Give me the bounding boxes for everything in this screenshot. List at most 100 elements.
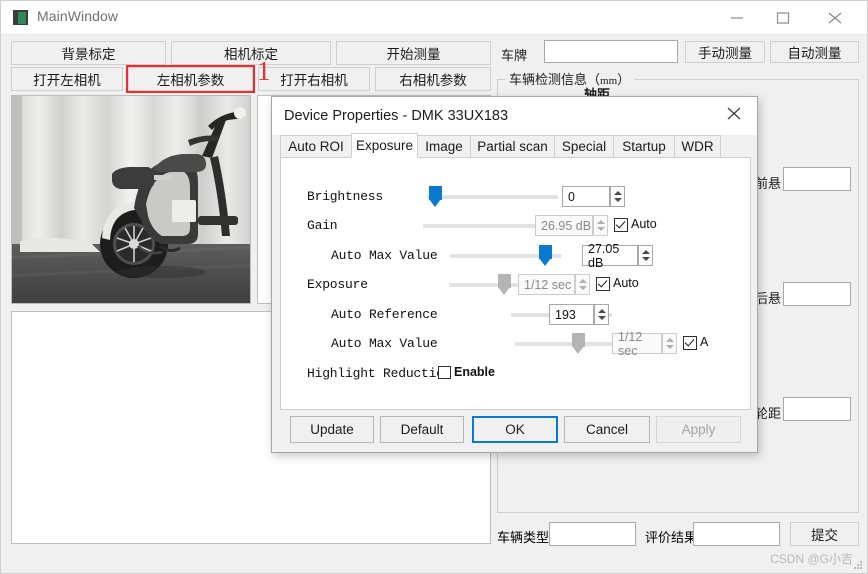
device-properties-dialog: Device Properties - DMK 33UX183 Auto ROI… xyxy=(271,96,758,453)
manual-measure-button[interactable]: 手动测量 xyxy=(685,41,765,63)
spinner-down-icon[interactable] xyxy=(597,227,605,231)
open-right-camera-button[interactable]: 打开右相机 xyxy=(258,67,370,91)
highlight-reduction-enable-label: Enable xyxy=(454,365,495,379)
resize-grip-icon[interactable] xyxy=(852,559,864,571)
plate-input[interactable] xyxy=(544,40,678,63)
update-button[interactable]: Update xyxy=(290,416,374,443)
start-measure-button[interactable]: 开始测量 xyxy=(336,41,491,65)
vehicle-type-label: 车辆类型 xyxy=(497,530,550,545)
auto-reference-value-field[interactable]: 193 xyxy=(549,304,594,325)
maximize-button[interactable] xyxy=(761,1,807,33)
ok-button[interactable]: OK xyxy=(472,416,558,443)
spinner-down-icon[interactable] xyxy=(642,257,650,261)
camera-calibration-button[interactable]: 相机标定 xyxy=(171,41,331,65)
dialog-close-button[interactable] xyxy=(713,97,757,129)
gain-spinner-buttons[interactable] xyxy=(593,215,608,236)
spinner-up-icon[interactable] xyxy=(597,220,605,224)
exposure-slider-thumb[interactable] xyxy=(497,274,511,296)
highlight-reduction-checkbox[interactable] xyxy=(438,366,451,379)
spinner-up-icon[interactable] xyxy=(579,279,587,283)
tab-wdr[interactable]: WDR xyxy=(674,135,721,158)
exposure-spinner-buttons[interactable] xyxy=(575,274,590,295)
auto-reference-spinner-buttons[interactable] xyxy=(594,304,609,325)
row-exposure-auto-max-value: Auto Max Value 1/12 sec A xyxy=(281,330,752,358)
dialog-button-bar: Update Default OK Cancel Apply xyxy=(280,416,751,444)
apply-button: Apply xyxy=(656,416,741,443)
exposure-auto-max-value-auto-label: A xyxy=(700,335,709,349)
spinner-up-icon[interactable] xyxy=(666,338,674,342)
annotation-highlight-box xyxy=(126,65,255,93)
brightness-label: Brightness xyxy=(307,189,384,204)
tab-image[interactable]: Image xyxy=(417,135,471,158)
main-window: MainWindow 背景标定 相机标定 开始测量 打开左相机 左相机参数 打开… xyxy=(0,0,868,574)
gain-auto-max-value-value-field[interactable]: 27.05 dB xyxy=(582,242,638,270)
group-title-paren: ） xyxy=(617,72,631,87)
watermark-text: CSDN @G小吉 xyxy=(770,552,853,566)
title-bar: MainWindow xyxy=(1,1,867,35)
spinner-up-icon[interactable] xyxy=(642,250,650,254)
exposure-auto-max-value-label: Auto Max Value xyxy=(331,336,438,351)
spinner-down-icon[interactable] xyxy=(598,316,606,320)
default-button[interactable]: Default xyxy=(380,416,464,443)
gain-value-field[interactable]: 26.95 dB xyxy=(535,215,593,236)
dialog-title-bar: Device Properties - DMK 33UX183 xyxy=(272,97,757,135)
front-overhang-input[interactable] xyxy=(783,167,851,191)
brightness-slider-thumb[interactable] xyxy=(429,186,443,208)
exposure-value-field[interactable]: 1/12 sec xyxy=(518,274,575,295)
exposure-label: Exposure xyxy=(307,277,368,292)
tab-partial-scan[interactable]: Partial scan xyxy=(470,135,555,158)
gain-auto-max-value-spinner-buttons[interactable] xyxy=(638,245,653,266)
tab-startup[interactable]: Startup xyxy=(613,135,675,158)
gain-auto-checkbox[interactable] xyxy=(614,218,628,232)
brightness-spinner-buttons[interactable] xyxy=(610,186,625,207)
evaluation-result-label: 评价结果 xyxy=(645,530,698,545)
row-auto-reference: Auto Reference 193 xyxy=(281,302,752,328)
spinner-up-icon[interactable] xyxy=(614,191,622,195)
track-width-label: 轮距 xyxy=(755,406,782,421)
exposure-auto-max-value-value-field[interactable]: 1/12 sec xyxy=(612,330,662,358)
left-camera-preview xyxy=(11,95,251,304)
maximize-icon xyxy=(776,12,790,24)
row-gain: Gain 26.95 dB Auto xyxy=(281,213,752,239)
front-overhang-label: 前悬 xyxy=(755,176,782,191)
exposure-auto-max-value-auto-checkbox[interactable] xyxy=(683,336,697,350)
gain-auto-label: Auto xyxy=(631,217,657,231)
open-left-camera-button[interactable]: 打开左相机 xyxy=(11,67,123,91)
rear-overhang-label: 后悬 xyxy=(755,291,782,306)
minimize-icon xyxy=(731,17,743,19)
right-camera-params-button[interactable]: 右相机参数 xyxy=(375,67,491,91)
brightness-slider-track[interactable] xyxy=(427,195,558,199)
annotation-step-number: 1 xyxy=(257,56,271,86)
exposure-auto-max-value-spinner-buttons[interactable] xyxy=(662,333,677,354)
tab-special[interactable]: Special xyxy=(554,135,614,158)
spinner-up-icon[interactable] xyxy=(598,309,606,313)
row-gain-auto-max-value: Auto Max Value 27.05 dB xyxy=(281,242,752,270)
cancel-button[interactable]: Cancel xyxy=(564,416,650,443)
spinner-down-icon[interactable] xyxy=(666,345,674,349)
spinner-down-icon[interactable] xyxy=(614,198,622,202)
minimize-button[interactable] xyxy=(715,1,761,33)
track-width-input[interactable] xyxy=(783,397,851,421)
spinner-down-icon[interactable] xyxy=(579,286,587,290)
exposure-auto-max-value-slider-thumb[interactable] xyxy=(572,333,586,355)
plate-label: 车牌 xyxy=(501,48,528,63)
brightness-value-field[interactable]: 0 xyxy=(562,186,610,207)
scooter-photo xyxy=(12,96,250,303)
submit-button[interactable]: 提交 xyxy=(790,522,859,546)
tab-auto-roi[interactable]: Auto ROI xyxy=(280,135,352,158)
vehicle-info-group-title: 车辆检测信息（mm） xyxy=(505,69,635,88)
vehicle-type-input[interactable] xyxy=(549,522,636,546)
gain-auto-max-value-label: Auto Max Value xyxy=(331,248,438,263)
close-button[interactable] xyxy=(813,1,859,33)
tab-exposure[interactable]: Exposure xyxy=(351,133,418,158)
background-calibration-button[interactable]: 背景标定 xyxy=(11,41,166,65)
close-icon xyxy=(727,107,741,120)
gain-auto-max-value-slider-thumb[interactable] xyxy=(539,245,553,267)
exposure-auto-checkbox[interactable] xyxy=(596,277,610,291)
evaluation-result-input[interactable] xyxy=(693,522,780,546)
rear-overhang-input[interactable] xyxy=(783,282,851,306)
auto-measure-button[interactable]: 自动测量 xyxy=(770,41,859,63)
row-highlight-reduction: Highlight Reduction Enable xyxy=(281,361,752,387)
window-title: MainWindow xyxy=(37,8,119,24)
exposure-auto-max-value-slider-track[interactable] xyxy=(515,342,612,346)
